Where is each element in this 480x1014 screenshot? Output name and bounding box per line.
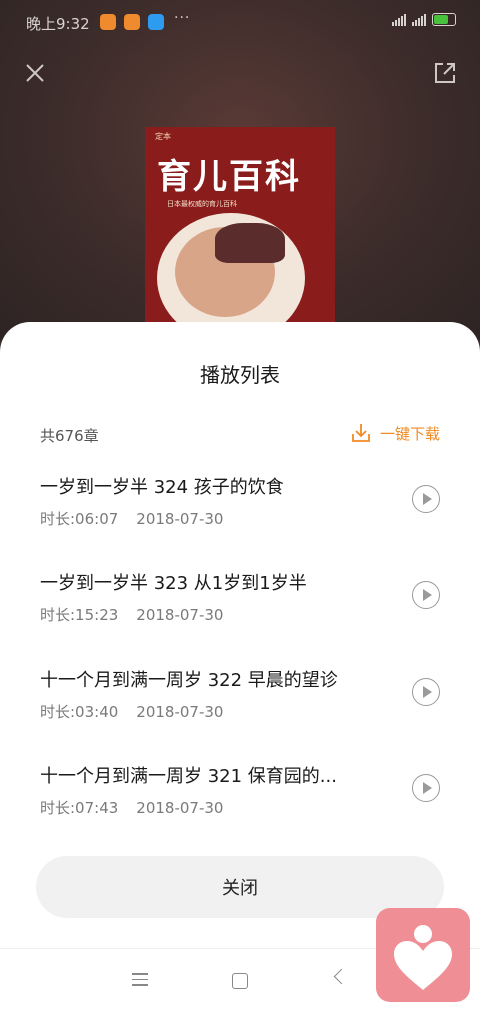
more-notifications-icon: ···	[174, 10, 191, 26]
chapter-date: 2018-07-30	[136, 606, 224, 624]
play-icon[interactable]	[412, 774, 440, 802]
chapter-duration: 时长:15:23	[40, 606, 119, 624]
status-bar: 晚上9:32 ···	[0, 0, 480, 44]
menu-icon[interactable]	[132, 973, 148, 990]
chapter-date: 2018-07-30	[136, 703, 224, 721]
cover-topline: 定本	[155, 132, 171, 141]
battery-icon	[432, 13, 456, 26]
back-icon[interactable]	[333, 968, 350, 985]
system-icons	[392, 13, 456, 26]
chapter-meta: 时长:06:07 2018-07-30	[40, 508, 223, 529]
chapter-date: 2018-07-30	[136, 510, 224, 528]
list-item[interactable]: 十一个月到满一周岁 322 早晨的望诊 时长:03:40 2018-07-30	[40, 666, 445, 736]
play-icon[interactable]	[412, 678, 440, 706]
playlist-title: 播放列表	[200, 363, 280, 387]
play-icon[interactable]	[412, 581, 440, 609]
chapter-title: 十一个月到满一周岁 321 保育园的...	[40, 766, 337, 787]
notification-icon	[124, 14, 140, 30]
share-icon[interactable]	[434, 62, 456, 84]
home-icon[interactable]	[232, 973, 248, 989]
chapter-duration: 时长:07:43	[40, 799, 119, 817]
baby-cap	[215, 223, 285, 263]
chapter-meta: 时长:07:43 2018-07-30	[40, 797, 223, 818]
playlist-sheet: 播放列表 共676章 一键下载 一岁到一岁半 324 孩子的饮食 时长:06:0…	[0, 322, 480, 948]
status-time: 晚上9:32	[26, 15, 90, 33]
download-all-label: 一键下载	[379, 424, 440, 443]
chapter-meta: 时长:15:23 2018-07-30	[40, 604, 223, 625]
chapter-count: 共676章	[40, 427, 99, 445]
chapter-duration: 时长:06:07	[40, 510, 119, 528]
chapter-title: 十一个月到满一周岁 322 早晨的望诊	[40, 670, 338, 691]
notification-icon	[148, 14, 164, 30]
chapter-date: 2018-07-30	[136, 799, 224, 817]
book-cover: 定本 育儿百科 日本最权威的育儿百科	[145, 127, 335, 322]
download-icon	[352, 424, 370, 442]
chapter-title: 一岁到一岁半 324 孩子的饮食	[40, 477, 284, 498]
list-item[interactable]: 一岁到一岁半 324 孩子的饮食 时长:06:07 2018-07-30	[40, 473, 445, 543]
play-icon[interactable]	[412, 485, 440, 513]
cover-title: 育儿百科	[157, 157, 301, 197]
cover-subtitle: 日本最权威的育儿百科	[167, 200, 237, 208]
list-item[interactable]: 十一个月到满一周岁 321 保育园的... 时长:07:43 2018-07-30	[40, 762, 445, 832]
heart-person-icon	[394, 925, 452, 990]
chapter-meta: 时长:03:40 2018-07-30	[40, 701, 223, 722]
download-all-button[interactable]: 一键下载	[350, 422, 440, 444]
list-item[interactable]: 一岁到一岁半 323 从1岁到1岁半 时长:15:23 2018-07-30	[40, 569, 445, 639]
chapter-title: 一岁到一岁半 323 从1岁到1岁半	[40, 573, 307, 594]
close-icon[interactable]	[22, 60, 48, 86]
signal-icon	[392, 13, 406, 26]
floating-app-button[interactable]	[376, 908, 470, 1002]
notification-icon	[100, 14, 116, 30]
chapter-duration: 时长:03:40	[40, 703, 119, 721]
signal-icon	[412, 13, 426, 26]
